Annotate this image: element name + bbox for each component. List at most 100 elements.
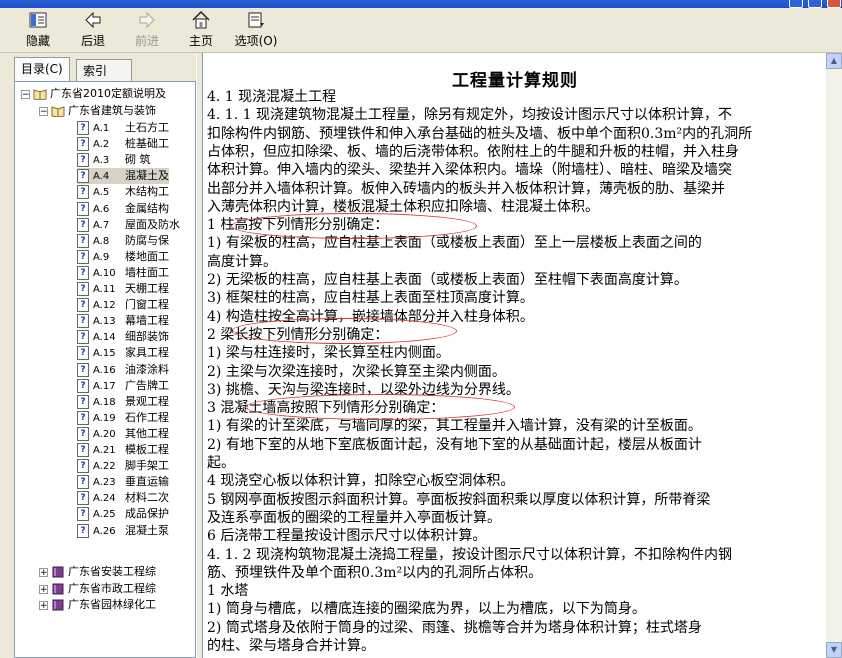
tree-item[interactable]: ? A.16 油漆涂料	[77, 362, 169, 378]
help-page-icon: ?	[77, 153, 89, 168]
tree-item[interactable]: ? A.11 天棚工程	[77, 281, 169, 297]
tree-item-label: 模板工程	[125, 443, 169, 456]
closed-book-icon	[52, 599, 64, 611]
tree-item-label: 广告牌工	[125, 378, 169, 392]
hide-label: 隐藏	[25, 34, 50, 48]
tree-item[interactable]: ? A.2 桩基础工	[77, 136, 169, 152]
help-page-icon: ?	[77, 298, 89, 313]
collapse-toggle[interactable]: −	[39, 107, 48, 117]
doc-line: 2) 有地下室的从地下室底板面计起，没有地下室的从基础面计起，楼层从板面计	[207, 436, 702, 453]
help-page-icon: ?	[77, 362, 89, 377]
tree-item-label: 楼地面工	[125, 249, 169, 263]
tree-item-label: 木结构工	[125, 185, 169, 199]
tree-item[interactable]: ? A.8 防腐与保	[77, 233, 169, 249]
doc-line: 的柱、梁与塔身合并计算。	[207, 638, 375, 654]
help-page-icon: ?	[77, 523, 89, 538]
navigation-pane: 目录(C) 索引(N) − 广东省2010定额说明及 − 广东省建筑与装饰 ? A…	[0, 53, 196, 658]
tree-item-code: A.13	[93, 316, 116, 328]
tree-item[interactable]: ? A.6 金属结构	[77, 201, 169, 217]
doc-line: 1) 梁与柱连接时，梁长算至柱内侧面。	[207, 345, 450, 362]
tree-item[interactable]: ? A.24 材料二次	[77, 490, 169, 506]
tree-item[interactable]: ? A.3 砌 筑	[77, 152, 151, 168]
expand-toggle[interactable]: +	[39, 584, 48, 594]
closed-book-icon	[52, 583, 64, 594]
tree-item[interactable]: ? A.22 脚手架工	[77, 458, 169, 474]
tree-item[interactable]: ? A.20 其他工程	[77, 426, 169, 442]
close-button[interactable]	[827, 0, 841, 8]
collapse-toggle[interactable]: −	[21, 90, 30, 100]
home-button[interactable]: 主页	[181, 10, 221, 50]
tree-item[interactable]: ? A.1 土石方工	[77, 120, 169, 136]
doc-line: 1 水塔	[207, 583, 249, 600]
tree-item[interactable]: ? A.21 模板工程	[77, 442, 169, 458]
help-page-icon: ?	[77, 491, 89, 506]
vertical-scrollbar[interactable]: ▲ ▼	[826, 53, 842, 658]
tree-item[interactable]: ? A.12 门窗工程	[77, 297, 169, 313]
tree-item-code: A.12	[93, 300, 116, 312]
doc-line: 出部分并入墙体积计算。板伸入砖墙内的板头并入板体积计算，薄壳板的肋、基梁并	[207, 180, 725, 197]
tree-item-label: 砌 筑	[125, 153, 151, 167]
tree-item-label: 家具工程	[125, 346, 169, 360]
tree-item-label: 屋面及防水	[125, 217, 180, 231]
contents-tree[interactable]: − 广东省2010定额说明及 − 广东省建筑与装饰 ? A.1 土石方工? A.2 桩基…	[14, 81, 196, 658]
doc-line: 扣除构件内钢筋、预埋铁件和伸入承台基础的桩头及墙、板中单个面积0.3m²内的孔洞…	[207, 125, 753, 142]
tree-item-code: A.14	[93, 332, 116, 344]
doc-line: 2) 筒式塔身及依附于筒身的过梁、雨篷、挑檐等合并为塔身体积计算；柱式塔身	[207, 619, 702, 636]
help-page-icon: ?	[77, 443, 89, 457]
forward-button[interactable]: 前进	[127, 10, 167, 50]
options-button[interactable]: 选项(O)	[232, 10, 280, 50]
tree-subfolder[interactable]: 广东省建筑与装饰	[51, 103, 156, 119]
tree-item[interactable]: ? A.13 幕墙工程	[77, 313, 169, 329]
tree-item[interactable]: ? A.17 广告牌工	[77, 378, 169, 394]
open-book-icon	[33, 89, 47, 100]
tree-item[interactable]: ? A.25 成品保护	[77, 506, 169, 522]
tree-book-label: 广东省安装工程综	[68, 565, 156, 578]
tree-item-label: 其他工程	[125, 426, 169, 440]
tree-book[interactable]: 广东省园林绿化工	[51, 597, 156, 613]
tree-item[interactable]: ? A.15 家具工程	[77, 345, 169, 361]
tab-contents[interactable]: 目录(C)	[14, 57, 70, 81]
tree-item[interactable]: ? A.26 混凝土泵	[77, 523, 169, 539]
tree-item[interactable]: ? A.23 垂直运输	[77, 474, 169, 490]
doc-line: 4. 1. 2 现浇构筑物混凝土浇捣工程量，按设计图示尺寸以体积计算，不扣除构件…	[207, 546, 732, 563]
tree-item-code: A.9	[93, 251, 110, 263]
doc-line: 1) 有梁板的柱高，应自柱基上表面（或楼板上表面）至上一层楼板上表面之间的	[207, 235, 702, 252]
help-page-icon: ?	[77, 459, 89, 474]
minimize-button[interactable]	[789, 0, 803, 8]
tree-item-code: A.5	[93, 187, 110, 199]
tree-book[interactable]: 广东省安装工程综	[51, 564, 156, 580]
help-page-icon: ?	[77, 169, 89, 184]
hide-button[interactable]: 隐藏	[18, 10, 58, 50]
tree-item[interactable]: ? A.14 细部装饰	[77, 329, 169, 345]
tree-item[interactable]: ? A.10 墙柱面工	[77, 265, 169, 281]
tree-item-code: A.24	[93, 493, 116, 505]
help-page-icon: ?	[77, 217, 89, 232]
scroll-down-arrow-icon[interactable]: ▼	[826, 642, 842, 658]
tree-book[interactable]: 广东省市政工程综	[51, 581, 156, 597]
expand-toggle[interactable]: +	[39, 601, 48, 611]
tree-item-label: 桩基础工	[125, 137, 169, 151]
tree-root[interactable]: 广东省2010定额说明及	[33, 86, 166, 102]
tree-item-label: 混凝土及	[125, 169, 169, 183]
scroll-up-arrow-icon[interactable]: ▲	[826, 53, 842, 69]
tree-item-label: 石作工程	[125, 410, 169, 424]
tree-item[interactable]: ? A.19 石作工程	[77, 410, 169, 426]
tree-item[interactable]: ? A.9 楼地面工	[77, 249, 169, 265]
tree-item-code: A.26	[93, 525, 116, 537]
doc-line: 1) 有梁的计至梁底，与墙同厚的梁，其工程量并入墙计算，没有梁的计至板面。	[207, 418, 702, 435]
tree-item[interactable]: ? A.4 混凝土及	[77, 168, 169, 185]
expand-toggle[interactable]: +	[39, 568, 48, 578]
doc-line: 3) 框架柱的柱高，应自柱基上表面至柱顶高度计算。	[207, 290, 534, 307]
doc-line: 1) 筒身与槽底，以槽底连接的圈梁底为界，以上为槽底，以下为筒身。	[207, 601, 646, 618]
tree-item[interactable]: ? A.7 屋面及防水	[77, 217, 180, 233]
tree-item[interactable]: ? A.18 景观工程	[77, 394, 169, 410]
help-page-icon: ?	[77, 507, 89, 522]
tab-index[interactable]: 索引(N)	[76, 59, 132, 100]
tree-item[interactable]: ? A.5 木结构工	[77, 184, 169, 200]
maximize-button[interactable]	[808, 0, 822, 8]
tree-item-code: A.25	[93, 509, 116, 521]
doc-line: 6 后浇带工程量按设计图示尺寸以体积计算。	[207, 528, 487, 545]
back-button[interactable]: 后退	[73, 10, 113, 50]
tab-contents-label: 目录(C)	[21, 62, 63, 76]
tree-item-label: 垂直运输	[125, 475, 169, 489]
